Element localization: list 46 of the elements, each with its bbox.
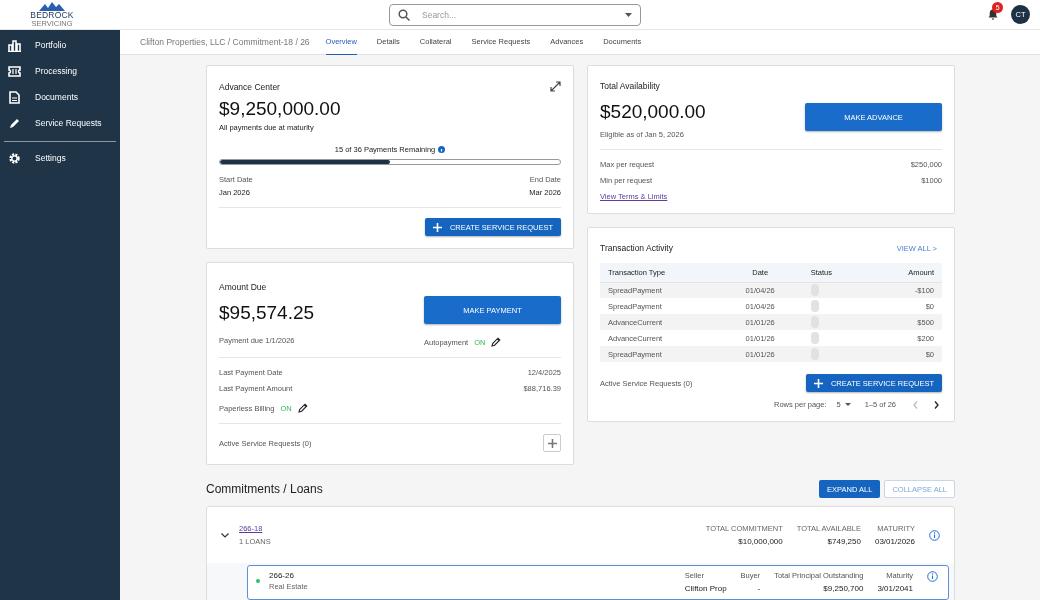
sidebar-item[interactable]: Settings: [0, 145, 120, 171]
loan-id: 266-26: [269, 571, 295, 580]
sidebar-item[interactable]: Service Requests: [0, 110, 120, 136]
status-placeholder: [810, 284, 819, 297]
info-icon: [927, 571, 938, 582]
card-title: Transaction Activity: [600, 243, 673, 253]
plus-icon: [813, 378, 823, 388]
plus-icon: [547, 438, 557, 448]
caret-icon: [625, 12, 632, 17]
search-icon: [398, 8, 410, 21]
stat-value: $749,250: [827, 537, 861, 546]
mountain-icon: [39, 2, 65, 11]
plus-icon: [432, 222, 442, 232]
field-value: -: [757, 584, 761, 593]
pencil-icon: [297, 403, 308, 413]
stat-value: 03/01/2026: [874, 537, 915, 546]
chevron-icon[interactable]: [221, 532, 229, 538]
pencil-icon: [491, 337, 502, 347]
amount: $9,250,000.00: [219, 98, 342, 120]
info-icon: [929, 529, 940, 541]
add-button[interactable]: [543, 434, 561, 452]
search-field[interactable]: Search...: [389, 3, 641, 26]
status-placeholder: [810, 300, 819, 312]
field-value: Clifton Prop: [684, 584, 727, 593]
field-value: 3/01/2041: [877, 584, 913, 593]
pencil-icon: [8, 116, 21, 130]
stat-value: $10,000,000: [738, 537, 783, 546]
caret-icon: [844, 403, 851, 406]
amount: $520,000.00: [600, 101, 707, 123]
card-title: Advance Center: [219, 81, 280, 92]
info-icon: [438, 146, 446, 153]
sidebar-item[interactable]: Processing: [0, 58, 120, 84]
document-icon: [8, 90, 21, 104]
sidebar-item[interactable]: Portfolio: [0, 32, 120, 58]
expand-icon: [550, 81, 561, 92]
breadcrumb: Clifton Properties, LLC / Commitment-18 / 26: [140, 37, 310, 47]
section-title: Commitments / Loans: [206, 482, 323, 496]
card-title: Total Availability: [600, 81, 661, 91]
chart-icon: [8, 38, 21, 52]
sidebar-item[interactable]: Documents: [0, 84, 120, 110]
gear-icon: [8, 151, 21, 165]
field-value: $9,250,700: [823, 584, 864, 593]
ticket-icon: [8, 64, 21, 78]
card-title: Amount Due: [219, 282, 268, 292]
amount: $95,574.25: [219, 302, 316, 324]
status-placeholder: [810, 332, 819, 344]
